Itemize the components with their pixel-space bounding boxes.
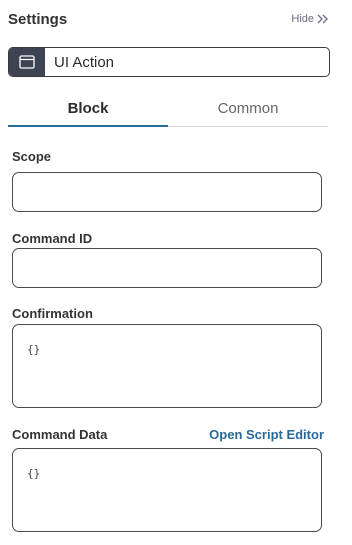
- command-id-label: Command ID: [12, 231, 93, 246]
- tab-block[interactable]: Block: [8, 95, 168, 127]
- settings-tabs: Block Common: [8, 95, 328, 127]
- settings-title: Settings: [8, 10, 68, 28]
- confirmation-editor[interactable]: {}: [12, 324, 322, 408]
- scope-label: Scope: [12, 149, 52, 164]
- double-chevron-right-icon: [317, 14, 329, 24]
- command-data-label: Command Data: [12, 427, 108, 442]
- command-id-input[interactable]: [12, 248, 322, 288]
- tab-common[interactable]: Common: [168, 95, 328, 126]
- settings-panel: Settings Hide UI Action Block Common Sco…: [0, 0, 352, 545]
- window-icon: [9, 48, 45, 76]
- settings-header: Settings Hide: [8, 8, 329, 30]
- hide-button[interactable]: Hide: [291, 13, 329, 25]
- component-name: UI Action: [54, 53, 115, 71]
- hide-label: Hide: [291, 13, 314, 25]
- open-script-editor-link[interactable]: Open Script Editor: [209, 427, 324, 442]
- command-data-editor[interactable]: {}: [12, 448, 322, 532]
- scope-input[interactable]: [12, 172, 322, 212]
- component-selector[interactable]: UI Action: [8, 47, 330, 77]
- confirmation-label: Confirmation: [12, 306, 93, 321]
